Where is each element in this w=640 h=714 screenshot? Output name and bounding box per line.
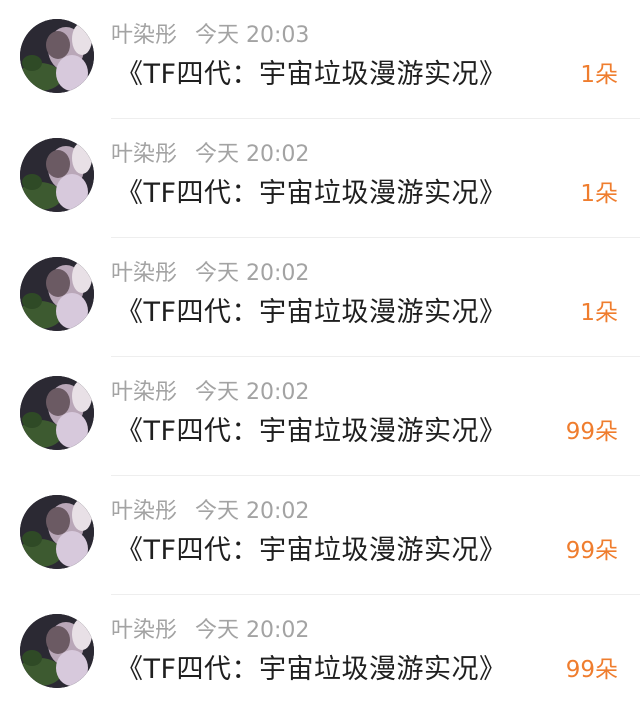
avatar[interactable] (20, 614, 94, 688)
gift-meta: 叶染彤 今天 20:02 (111, 259, 309, 289)
gift-meta: 叶染彤 今天 20:03 (111, 21, 309, 51)
avatar[interactable] (20, 376, 94, 450)
avatar[interactable] (20, 19, 94, 93)
sender-name[interactable]: 叶染彤 (111, 23, 177, 48)
gift-message[interactable]: 《TF四代：宇宙垃圾漫游实况》 (116, 174, 507, 214)
gift-amount: 99朵 (565, 657, 618, 683)
gift-record-row[interactable]: 叶染彤 今天 20:02 《TF四代：宇宙垃圾漫游实况》 99朵 (0, 476, 640, 595)
gift-time: 今天 20:02 (195, 261, 310, 286)
gift-time: 今天 20:02 (195, 618, 310, 643)
gift-time: 今天 20:02 (195, 142, 310, 167)
gift-meta: 叶染彤 今天 20:02 (111, 378, 309, 408)
gift-record-list: 叶染彤 今天 20:03 《TF四代：宇宙垃圾漫游实况》 1朵 叶染彤 今天 20:… (0, 0, 640, 712)
gift-amount: 1朵 (580, 181, 618, 207)
sender-name[interactable]: 叶染彤 (111, 618, 177, 643)
gift-message[interactable]: 《TF四代：宇宙垃圾漫游实况》 (116, 650, 507, 690)
gift-time: 今天 20:02 (195, 380, 310, 405)
gift-amount: 1朵 (580, 62, 618, 88)
gift-amount: 1朵 (580, 300, 618, 326)
gift-record-row[interactable]: 叶染彤 今天 20:03 《TF四代：宇宙垃圾漫游实况》 1朵 (0, 0, 640, 119)
gift-record-row[interactable]: 叶染彤 今天 20:02 《TF四代：宇宙垃圾漫游实况》 99朵 (0, 595, 640, 714)
gift-message[interactable]: 《TF四代：宇宙垃圾漫游实况》 (116, 531, 507, 571)
gift-message[interactable]: 《TF四代：宇宙垃圾漫游实况》 (116, 293, 507, 333)
gift-meta: 叶染彤 今天 20:02 (111, 497, 309, 527)
gift-record-row[interactable]: 叶染彤 今天 20:02 《TF四代：宇宙垃圾漫游实况》 1朵 (0, 119, 640, 238)
gift-amount: 99朵 (565, 538, 618, 564)
gift-message[interactable]: 《TF四代：宇宙垃圾漫游实况》 (116, 412, 507, 452)
gift-time: 今天 20:03 (195, 23, 310, 48)
gift-record-row[interactable]: 叶染彤 今天 20:02 《TF四代：宇宙垃圾漫游实况》 99朵 (0, 357, 640, 476)
avatar[interactable] (20, 257, 94, 331)
sender-name[interactable]: 叶染彤 (111, 142, 177, 167)
gift-record-row[interactable]: 叶染彤 今天 20:02 《TF四代：宇宙垃圾漫游实况》 1朵 (0, 238, 640, 357)
gift-time: 今天 20:02 (195, 499, 310, 524)
gift-meta: 叶染彤 今天 20:02 (111, 140, 309, 170)
gift-amount: 99朵 (565, 419, 618, 445)
gift-message[interactable]: 《TF四代：宇宙垃圾漫游实况》 (116, 55, 507, 95)
sender-name[interactable]: 叶染彤 (111, 380, 177, 405)
sender-name[interactable]: 叶染彤 (111, 499, 177, 524)
gift-meta: 叶染彤 今天 20:02 (111, 616, 309, 646)
avatar[interactable] (20, 495, 94, 569)
sender-name[interactable]: 叶染彤 (111, 261, 177, 286)
avatar[interactable] (20, 138, 94, 212)
